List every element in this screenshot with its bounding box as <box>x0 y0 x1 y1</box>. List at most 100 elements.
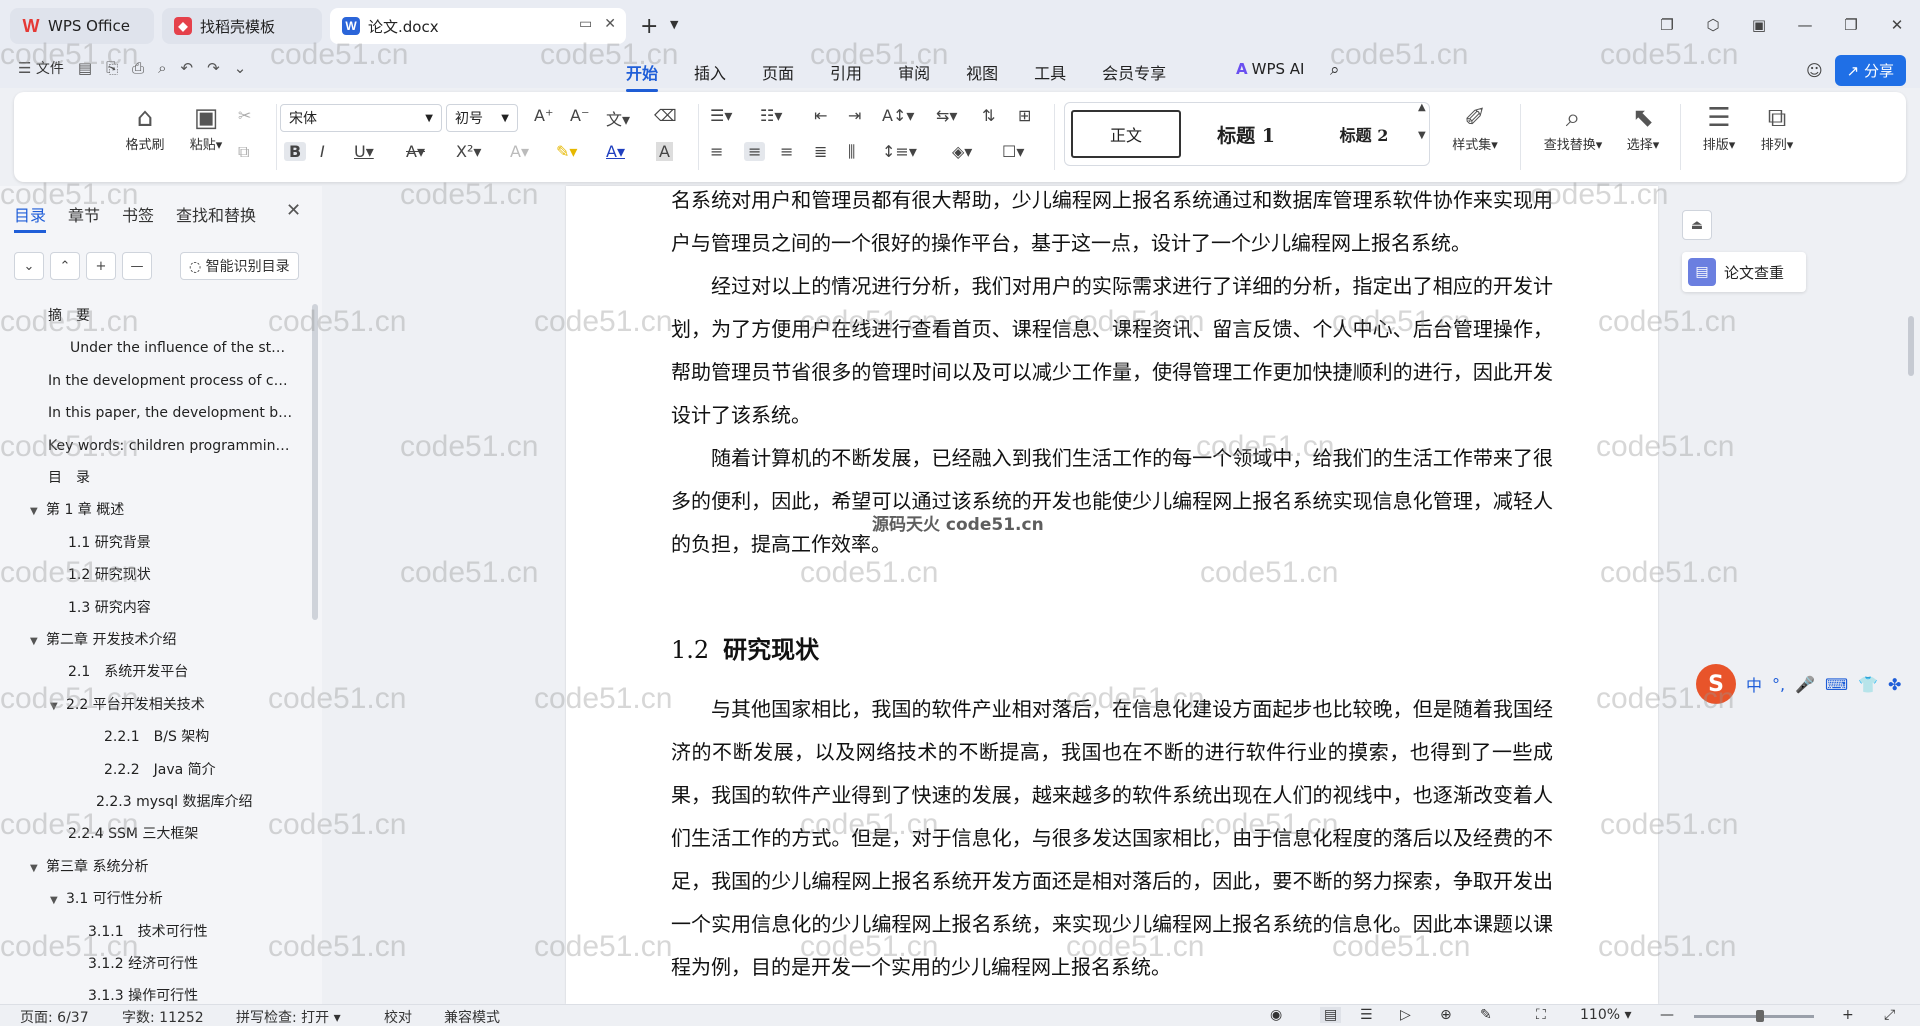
toc-item[interactable]: 2.2.4 SSM 三大框架 <box>0 820 310 848</box>
toc-item[interactable]: ▼ 第三章 系统分析 <box>0 853 310 881</box>
document-page[interactable]: 名系统对用户和管理员都有很大帮助，少儿编程网上报名系统通过和数据库管理系软件协作… <box>566 186 1658 1004</box>
toc-item[interactable]: 2.2.1 B/S 架构 <box>0 723 310 751</box>
paragraph-4[interactable]: 与其他国家相比，我国的软件产业相对落后，在信息化建设方面起步也比较晚，但是随着我… <box>671 688 1553 989</box>
sort-icon[interactable]: ⇅ <box>982 106 995 125</box>
print-icon[interactable]: ⎙ <box>132 59 144 77</box>
cube-icon[interactable]: ⬡ <box>1690 16 1736 34</box>
section-heading[interactable]: 1.2 研究现状 <box>671 630 819 665</box>
expand-down-icon[interactable]: ⌄ <box>14 252 44 280</box>
page-indicator[interactable]: 页面: 6/37 <box>20 1007 89 1026</box>
sogou-logo-icon[interactable]: S <box>1696 664 1736 704</box>
menu-home[interactable]: 开始 <box>626 56 659 92</box>
redo-icon[interactable]: ↷ <box>207 59 220 77</box>
line-spacing-icon[interactable]: ↕≡▾ <box>882 142 917 161</box>
wps-ai-button[interactable]: A WPS AI <box>1236 60 1304 78</box>
toc-item[interactable]: ▼ 第二章 开发技术介绍 <box>0 626 310 654</box>
menu-review[interactable]: 审阅 <box>898 56 930 88</box>
collapse-panel-icon[interactable]: ⏏ <box>1682 210 1712 240</box>
file-menu[interactable]: ☰ 文件 <box>18 58 64 78</box>
float-window-icon[interactable]: ▭ <box>579 16 592 32</box>
toc-item[interactable]: 1.1 研究背景 <box>0 529 310 557</box>
clear-format-icon[interactable]: ⌫ <box>654 106 677 125</box>
toc-item[interactable]: ▼ 3.1 可行性分析 <box>0 885 310 913</box>
superscript-icon[interactable]: X²▾ <box>456 142 481 161</box>
paste-button[interactable]: ▣ 粘贴▾ <box>178 102 234 153</box>
toc-item[interactable]: Key words: children programmin… <box>0 432 310 460</box>
cut-icon[interactable]: ✂ <box>238 106 251 125</box>
pen-icon[interactable]: ✎ <box>1480 1007 1492 1023</box>
play-icon[interactable]: ▷ <box>1400 1007 1411 1023</box>
menu-member[interactable]: 会员专享 <box>1102 56 1166 88</box>
keyboard-icon[interactable]: ⌨ <box>1825 675 1848 694</box>
decrease-indent-icon[interactable]: ⇤ <box>814 106 827 125</box>
style-set-button[interactable]: ✐ 样式集▾ <box>1444 102 1506 153</box>
align-right-icon[interactable]: ≡ <box>780 142 793 161</box>
toc-item[interactable]: 3.1.3 操作可行性 <box>0 982 310 1002</box>
zoom-level[interactable]: 110% ▾ <box>1580 1007 1632 1023</box>
show-marks-icon[interactable]: ⊞ <box>1018 106 1031 125</box>
border-icon[interactable]: ☐▾ <box>1002 142 1024 161</box>
toc-item[interactable]: 2.1 系统开发平台 <box>0 658 310 686</box>
toolbox-icon[interactable]: ✤ <box>1888 675 1901 694</box>
shrink-font-icon[interactable]: A⁻ <box>570 106 589 125</box>
close-window-icon[interactable]: ✕ <box>1874 16 1920 34</box>
menu-references[interactable]: 引用 <box>830 56 862 88</box>
save-icon[interactable]: ▤ <box>78 59 92 77</box>
bold-icon[interactable]: B <box>284 142 307 161</box>
nav-scrollbar[interactable] <box>312 304 318 620</box>
ime-mode-label[interactable]: 中 <box>1746 672 1762 696</box>
smart-toc-button[interactable]: ◌ 智能识别目录 <box>180 252 299 280</box>
italic-icon[interactable]: I <box>320 142 325 161</box>
outline-view-icon[interactable]: ☰ <box>1360 1007 1373 1023</box>
proofread-button[interactable]: 校对 <box>384 1007 412 1026</box>
chat-icon[interactable]: ☺ <box>1806 61 1823 80</box>
char-shading-icon[interactable]: A <box>656 142 673 161</box>
toc-item[interactable]: 3.1.2 经济可行性 <box>0 950 310 978</box>
toc-item[interactable]: In this paper, the development b… <box>0 399 310 427</box>
bullet-list-icon[interactable]: ☰▾ <box>710 106 732 125</box>
share-button[interactable]: ↗ 分享 <box>1834 54 1906 86</box>
collapse-up-icon[interactable]: ⌃ <box>50 252 80 280</box>
tab-document[interactable]: W 论文.docx ▭ ✕ <box>330 8 626 44</box>
strikethrough-icon[interactable]: A▾ <box>406 142 425 161</box>
nav-tab-bookmarks[interactable]: 书签 <box>122 202 154 233</box>
toc-item[interactable]: 2.2.3 mysql 数据库介绍 <box>0 788 310 816</box>
page-view-icon[interactable]: ▤ <box>1320 1007 1342 1023</box>
shading-fill-icon[interactable]: ◈▾ <box>952 142 972 161</box>
select-button[interactable]: ⬉ 选择▾ <box>1618 102 1668 153</box>
toc-item[interactable]: Under the influence of the st… <box>0 334 310 362</box>
spell-check-toggle[interactable]: 拼写检查: 打开 ▾ <box>236 1007 341 1026</box>
toc-item[interactable]: 3.1.1 技术可行性 <box>0 918 310 946</box>
avatar[interactable]: ▣ <box>1736 16 1782 34</box>
toc-item[interactable]: 2.2.2 Java 简介 <box>0 756 310 784</box>
font-color-icon[interactable]: A▾ <box>606 142 625 161</box>
add-heading-icon[interactable]: + <box>86 252 116 280</box>
font-name-select[interactable]: 宋体 ▼ <box>280 104 442 132</box>
undo-icon[interactable]: ↶ <box>181 59 194 77</box>
close-tab-icon[interactable]: ✕ <box>604 16 616 32</box>
web-view-icon[interactable]: ⊕ <box>1440 1007 1452 1023</box>
paragraph-3[interactable]: 随着计算机的不断发展，已经融入到我们生活工作的每一个领域中，给我们的生活工作带来… <box>671 437 1553 566</box>
menu-insert[interactable]: 插入 <box>694 56 726 88</box>
text-effect-icon[interactable]: A▾ <box>510 142 529 161</box>
eye-protection-icon[interactable]: ◉ <box>1270 1007 1282 1023</box>
toc-item[interactable]: 1.3 研究内容 <box>0 594 310 622</box>
essay-check-button[interactable]: ▤ 论文查重 <box>1682 252 1806 292</box>
style-heading-2[interactable]: 标题 2 <box>1311 110 1417 158</box>
align-left-icon[interactable]: ≡ <box>710 142 723 161</box>
search-icon[interactable]: ⌕ <box>1330 60 1340 80</box>
skin-icon[interactable]: 👕 <box>1858 675 1878 694</box>
underline-icon[interactable]: U▾ <box>354 142 374 161</box>
grow-font-icon[interactable]: A⁺ <box>534 106 553 125</box>
quick-access-chevron-icon[interactable]: ⌄ <box>234 59 247 77</box>
microphone-icon[interactable]: 🎤 <box>1795 675 1815 694</box>
toc-item[interactable]: In the development process of c… <box>0 367 310 395</box>
paragraph-2[interactable]: 经过对以上的情况进行分析，我们对用户的实际需求进行了详细的分析，指定出了相应的开… <box>671 265 1553 437</box>
tab-list-chevron-icon[interactable]: ▼ <box>670 18 678 31</box>
export-pdf-icon[interactable]: ⎘ <box>106 59 118 77</box>
highlight-icon[interactable]: ✎▾ <box>556 142 577 161</box>
fit-page-icon[interactable]: ⛶ <box>1536 1007 1546 1023</box>
style-scroll-up-icon[interactable]: ▲ <box>1418 102 1426 113</box>
nav-tab-toc[interactable]: 目录 <box>14 202 47 233</box>
nav-tab-find-replace[interactable]: 查找和替换 <box>176 202 256 233</box>
